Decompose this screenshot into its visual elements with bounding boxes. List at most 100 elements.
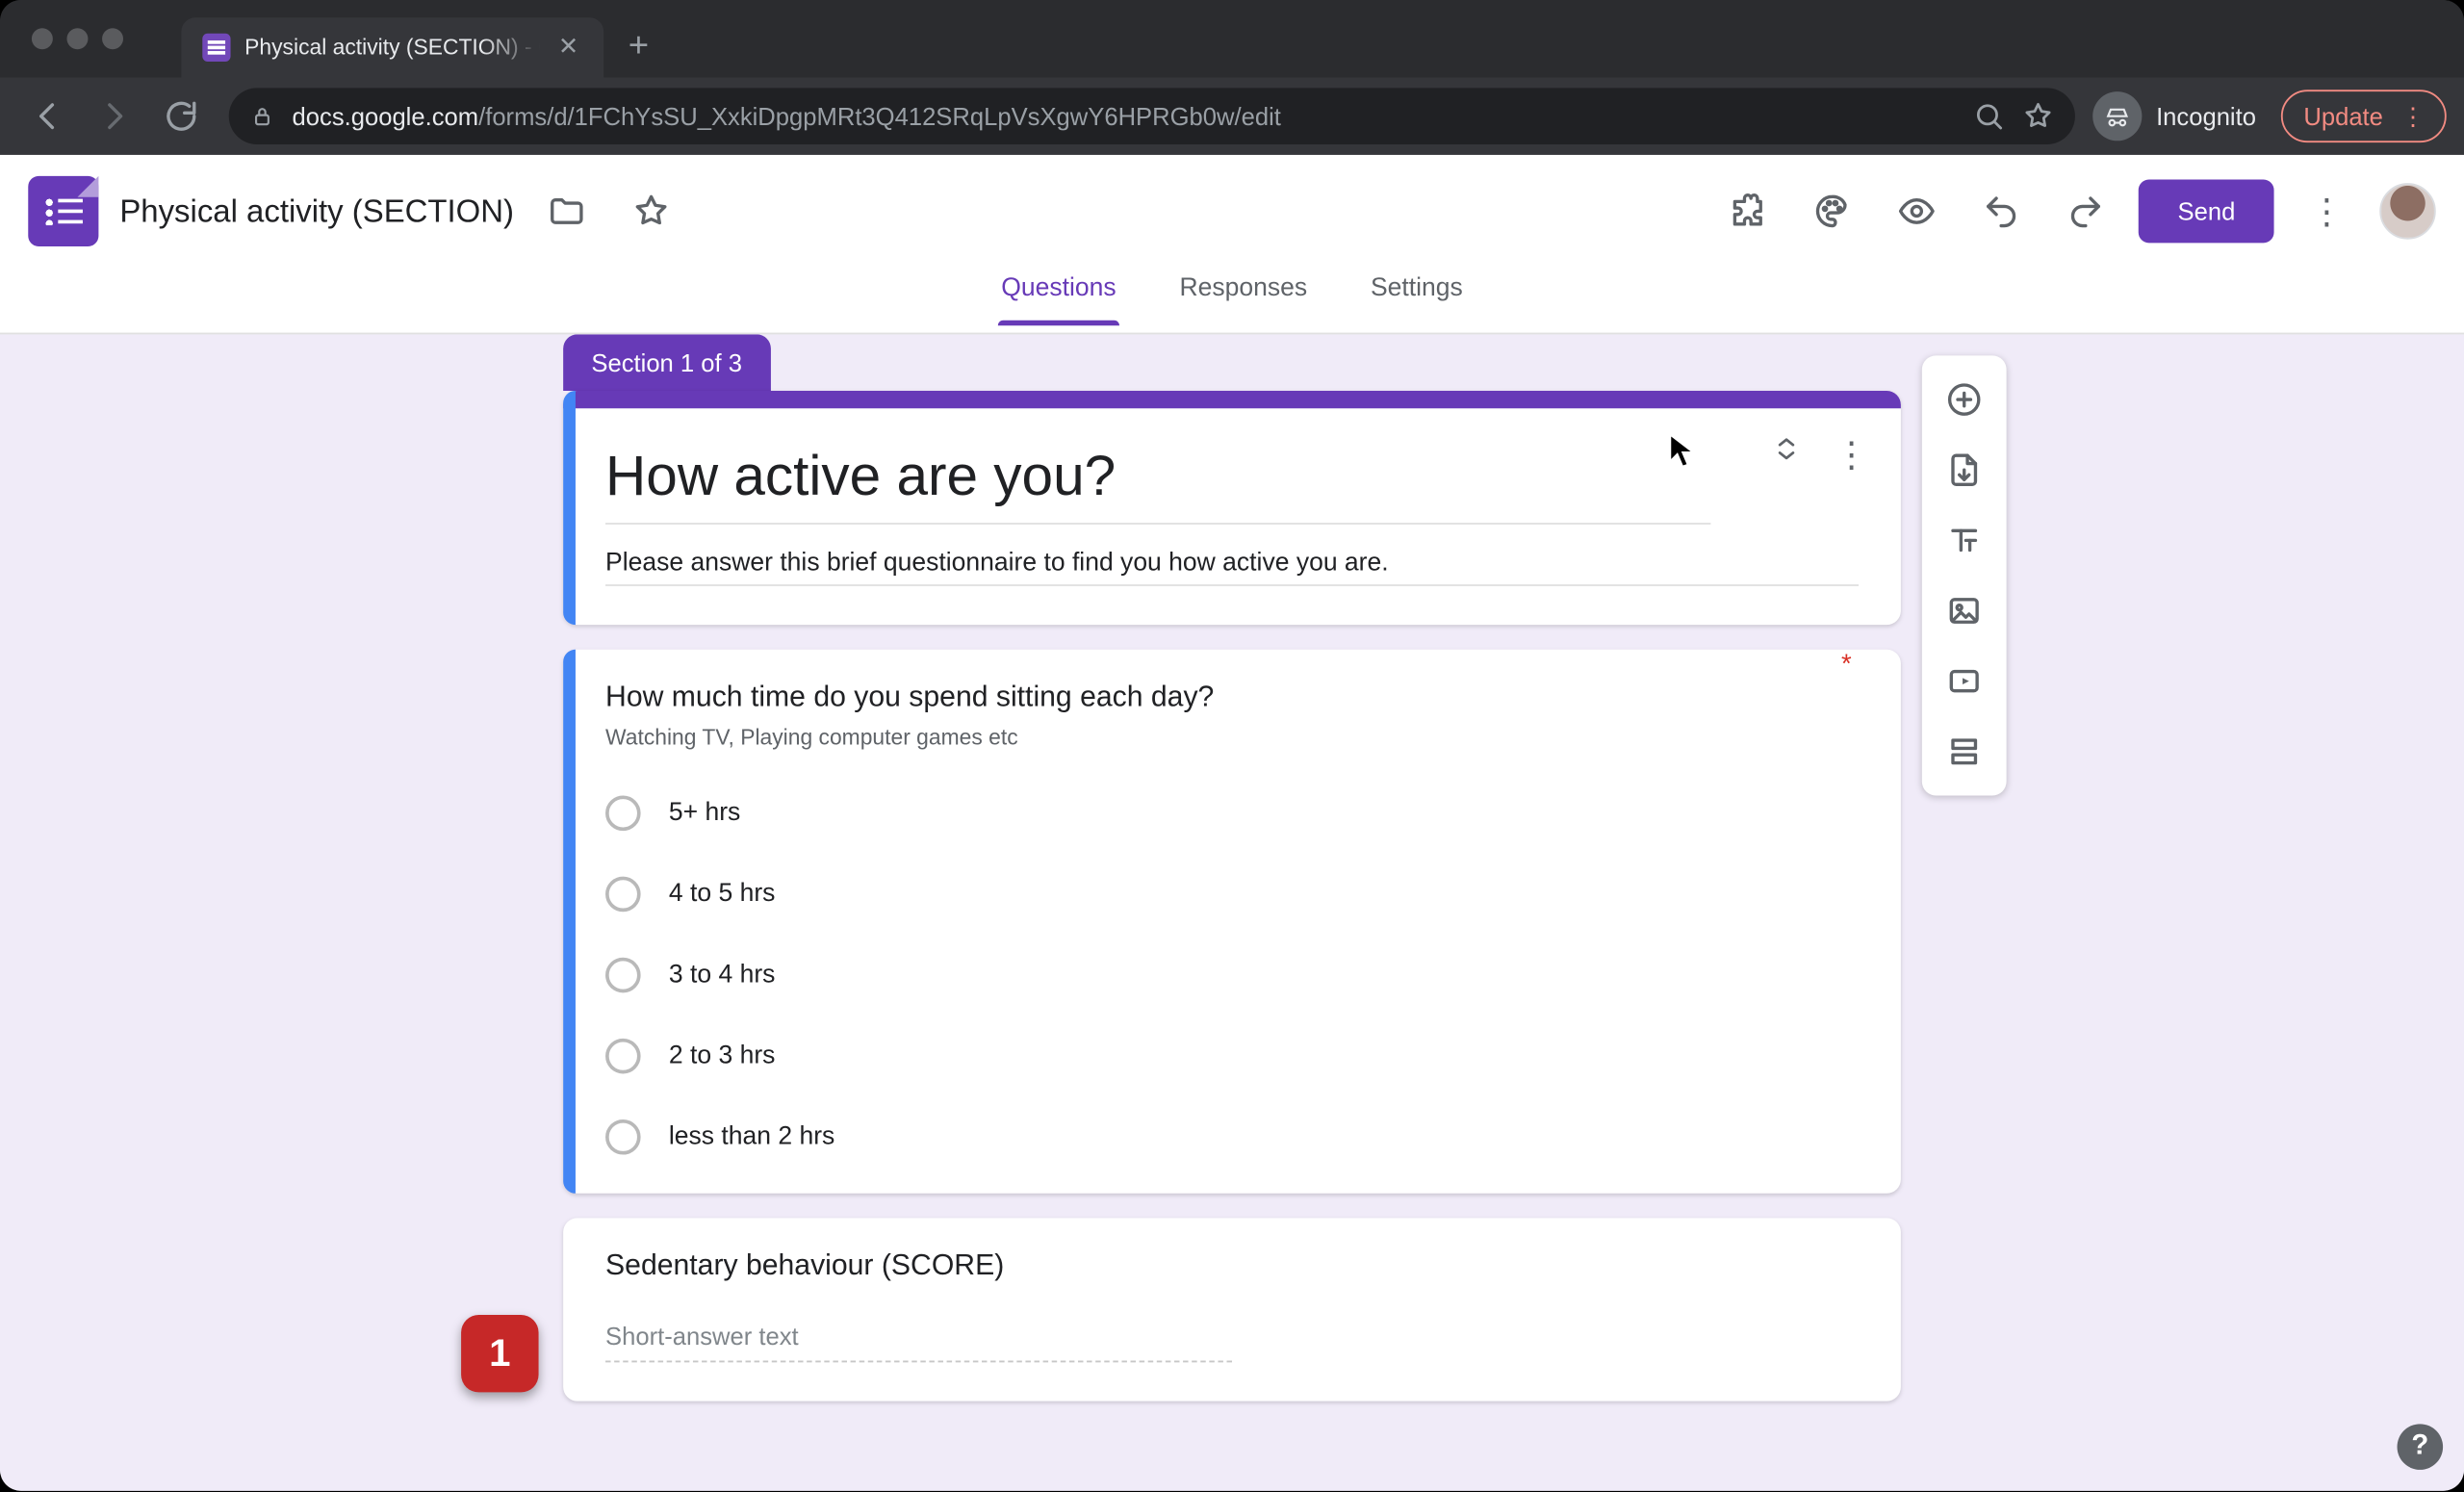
browser-window: Physical activity (SECTION) - G ✕ + docs…	[0, 0, 2464, 1491]
undo-button[interactable]	[1970, 180, 2034, 244]
browser-toolbar: docs.google.com/forms/d/1FChYsSU_XxkiDpg…	[0, 77, 2464, 154]
required-indicator: *	[1841, 650, 1852, 680]
section-header-card[interactable]: How active are you? ⋮ Please answer this…	[563, 391, 1901, 625]
star-button[interactable]	[620, 180, 683, 244]
section-icon	[1945, 733, 1984, 771]
add-image-button[interactable]	[1929, 578, 1999, 644]
add-title-button[interactable]	[1929, 507, 1999, 574]
video-icon	[1945, 662, 1984, 701]
import-icon	[1945, 450, 1984, 489]
new-tab-button[interactable]: +	[603, 26, 674, 77]
browser-tab-title: Physical activity (SECTION) - G	[244, 36, 540, 61]
incognito-icon	[2092, 91, 2142, 141]
tab-responses[interactable]: Responses	[1176, 268, 1311, 324]
radio-icon	[605, 958, 641, 993]
traffic-min-icon[interactable]	[66, 28, 88, 49]
option-label: 5+ hrs	[669, 799, 740, 827]
short-answer-placeholder: Short-answer text	[605, 1322, 1232, 1362]
radio-icon	[605, 1039, 641, 1074]
nav-forward-button[interactable]	[85, 87, 144, 146]
undo-icon	[1983, 192, 2021, 230]
arrow-left-icon	[28, 97, 66, 136]
add-section-button[interactable]	[1929, 718, 1999, 785]
star-icon	[632, 192, 671, 230]
update-label: Update	[2303, 102, 2383, 130]
add-question-button[interactable]	[1929, 366, 1999, 432]
question-description[interactable]: Watching TV, Playing computer games etc	[605, 725, 1859, 750]
radio-icon	[605, 796, 641, 832]
form-column: Section 1 of 3 How active are you? ⋮	[563, 334, 1901, 1401]
card-accent-bar	[563, 391, 1901, 408]
tab-close-icon[interactable]: ✕	[554, 34, 582, 62]
eye-icon	[1898, 192, 1937, 230]
zoom-icon[interactable]	[1973, 100, 2005, 132]
account-avatar[interactable]	[2379, 183, 2436, 240]
option-row[interactable]: 3 to 4 hrs	[605, 958, 1859, 993]
annotation-marker-1: 1	[461, 1315, 538, 1392]
question-title[interactable]: Sedentary behaviour (SCORE)	[605, 1249, 1859, 1283]
form-canvas[interactable]: Section 1 of 3 How active are you? ⋮	[0, 334, 2464, 1490]
option-row[interactable]: less than 2 hrs	[605, 1119, 1859, 1155]
reload-icon	[162, 97, 200, 136]
bookmark-star-icon[interactable]	[2022, 100, 2054, 132]
move-to-folder-button[interactable]	[535, 180, 599, 244]
add-video-button[interactable]	[1929, 648, 1999, 714]
incognito-label: Incognito	[2156, 102, 2256, 130]
floating-toolbar	[1922, 355, 2007, 795]
image-icon	[1945, 591, 1984, 630]
text-icon	[1945, 521, 1984, 559]
folder-icon	[548, 192, 586, 230]
browser-tab[interactable]: Physical activity (SECTION) - G ✕	[181, 17, 603, 77]
kebab-icon[interactable]: ⋮	[1834, 433, 1869, 477]
plus-circle-icon	[1945, 380, 1984, 419]
window-controls[interactable]	[32, 28, 123, 49]
option-label: 4 to 5 hrs	[669, 880, 776, 908]
option-label: 3 to 4 hrs	[669, 961, 776, 989]
section-description-input[interactable]: Please answer this brief questionnaire t…	[605, 525, 1859, 586]
question-title[interactable]: How much time do you spend sitting each …	[605, 682, 1859, 715]
question-card[interactable]: Sedentary behaviour (SCORE) Short-answer…	[563, 1218, 1901, 1401]
tab-settings[interactable]: Settings	[1367, 268, 1466, 324]
section-indicator: Section 1 of 3	[563, 334, 770, 391]
option-label: 2 to 3 hrs	[669, 1042, 776, 1070]
traffic-close-icon[interactable]	[32, 28, 53, 49]
preview-button[interactable]	[1886, 180, 1949, 244]
option-row[interactable]: 4 to 5 hrs	[605, 877, 1859, 913]
forms-logo-icon[interactable]	[28, 176, 98, 246]
forms-header: Physical activity (SECTION)	[0, 155, 2464, 268]
reload-button[interactable]	[151, 87, 211, 146]
url-text: docs.google.com/forms/d/1FChYsSU_XxkiDpg…	[293, 102, 1956, 130]
form-tab-row: Questions Responses Settings	[0, 268, 2464, 334]
more-button[interactable]: ⋮	[2295, 180, 2358, 244]
redo-button[interactable]	[2055, 180, 2118, 244]
puzzle-icon	[1729, 192, 1767, 230]
question-card[interactable]: How much time do you spend sitting each …	[563, 650, 1901, 1194]
option-row[interactable]: 2 to 3 hrs	[605, 1039, 1859, 1074]
radio-icon	[605, 877, 641, 913]
help-button[interactable]: ?	[2398, 1424, 2444, 1470]
update-button[interactable]: Update ⋮	[2281, 90, 2447, 142]
tab-strip: Physical activity (SECTION) - G ✕ +	[0, 0, 2464, 77]
kebab-icon: ⋮	[2400, 101, 2424, 131]
addons-button[interactable]	[1716, 180, 1780, 244]
palette-icon	[1813, 192, 1852, 230]
forms-favicon-icon	[202, 34, 230, 62]
send-button[interactable]: Send	[2139, 180, 2273, 244]
document-title[interactable]: Physical activity (SECTION)	[119, 193, 514, 229]
arrow-right-icon	[95, 97, 134, 136]
section-title-input[interactable]: How active are you?	[605, 440, 1665, 519]
nav-back-button[interactable]	[17, 87, 77, 146]
collapse-icon[interactable]	[1771, 433, 1803, 465]
address-bar[interactable]: docs.google.com/forms/d/1FChYsSU_XxkiDpg…	[229, 88, 2075, 144]
lock-icon	[250, 104, 275, 129]
help-icon: ?	[2411, 1431, 2428, 1463]
kebab-icon: ⋮	[2309, 190, 2345, 234]
page-content: Physical activity (SECTION)	[0, 155, 2464, 1491]
tab-questions[interactable]: Questions	[998, 268, 1120, 324]
import-questions-button[interactable]	[1929, 436, 1999, 502]
incognito-indicator[interactable]: Incognito	[2092, 91, 2256, 141]
theme-button[interactable]	[1801, 180, 1864, 244]
redo-icon	[2066, 192, 2105, 230]
option-row[interactable]: 5+ hrs	[605, 796, 1859, 832]
traffic-max-icon[interactable]	[102, 28, 123, 49]
